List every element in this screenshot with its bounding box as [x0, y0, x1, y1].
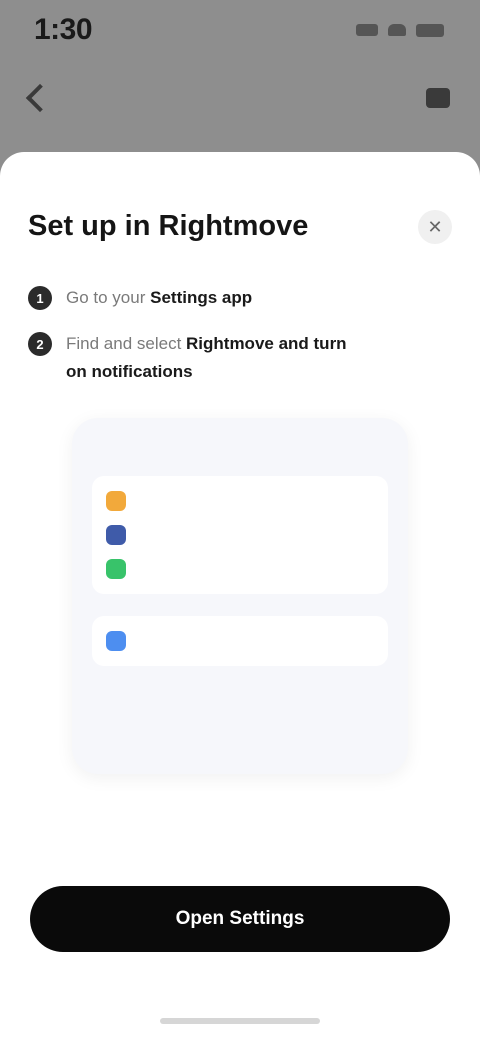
back-icon	[25, 83, 55, 113]
step-item: 2 Find and select Rightmove and turn on …	[28, 330, 452, 386]
status-icons	[356, 23, 444, 37]
step-number: 2	[28, 332, 52, 356]
background-app-header	[0, 70, 480, 126]
open-settings-button[interactable]: Open Settings	[30, 886, 450, 952]
siri-icon	[106, 525, 126, 545]
location-icon	[106, 491, 126, 511]
status-time: 1:30	[34, 13, 93, 46]
step-item: 1 Go to your Settings app	[28, 284, 452, 312]
step-text-bold: Settings app	[150, 288, 253, 307]
signal-icon	[356, 24, 378, 36]
close-icon: ✕	[427, 216, 443, 237]
wifi-icon	[388, 24, 406, 36]
sheet-header: Set up in Rightmove ✕	[28, 208, 452, 244]
step-text: Go to your Settings app	[66, 284, 366, 312]
step-text-plain: Find and select	[66, 334, 187, 353]
step-text-plain: Go to your	[66, 288, 151, 307]
step-text: Find and select Rightmove and turn on no…	[66, 330, 366, 386]
battery-icon	[416, 23, 444, 37]
menu-icon	[426, 88, 450, 108]
sheet-title: Set up in Rightmove	[28, 210, 309, 242]
preview-settings-group	[92, 476, 388, 594]
preview-row	[106, 552, 374, 586]
notifications-icon	[106, 559, 126, 579]
steps-list: 1 Go to your Settings app 2 Find and sel…	[28, 284, 452, 386]
preview-row	[106, 624, 374, 658]
preview-row	[106, 518, 374, 552]
step-number: 1	[28, 286, 52, 310]
preview-row	[106, 484, 374, 518]
preview-settings-group	[92, 616, 388, 666]
status-bar: 1:30	[0, 0, 480, 60]
language-icon	[106, 631, 126, 651]
close-button[interactable]: ✕	[418, 210, 452, 244]
home-indicator	[160, 1018, 320, 1024]
settings-preview-illustration	[72, 418, 408, 774]
